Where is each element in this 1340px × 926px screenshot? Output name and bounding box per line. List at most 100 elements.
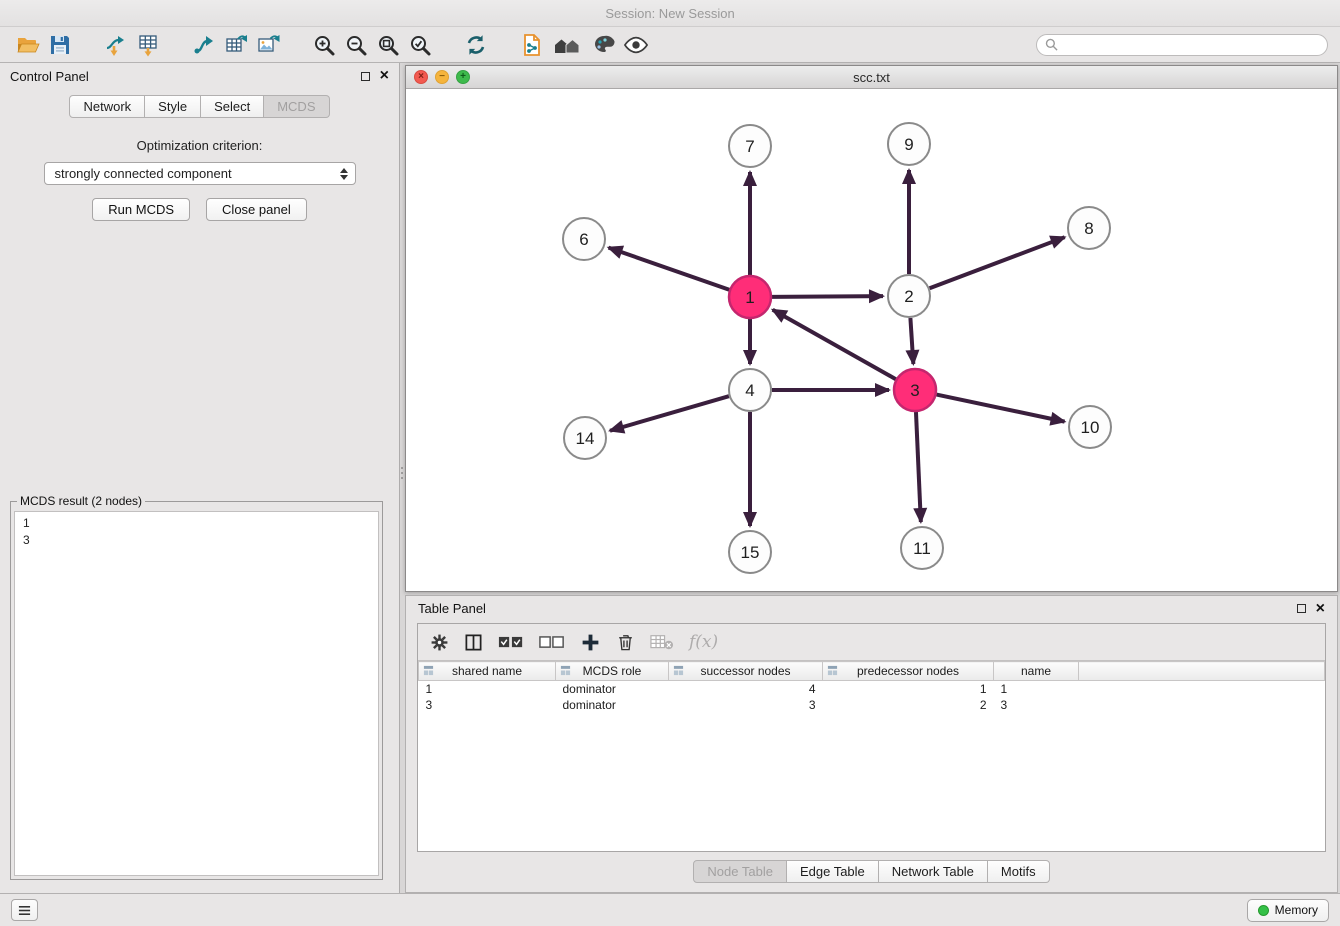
mcds-result-line: 3 — [23, 532, 370, 549]
svg-text:6: 6 — [579, 230, 588, 249]
svg-text:14: 14 — [576, 429, 595, 448]
graph-node-6[interactable]: 6 — [563, 218, 605, 260]
svg-text:10: 10 — [1081, 418, 1100, 437]
graph-edge-4-14[interactable] — [610, 396, 729, 431]
float-panel-icon[interactable] — [361, 72, 370, 81]
close-panel-icon[interactable]: × — [380, 71, 389, 81]
tab-style[interactable]: Style — [145, 95, 201, 118]
graph-node-3[interactable]: 3 — [894, 369, 936, 411]
graph-edge-3-10[interactable] — [937, 395, 1065, 422]
network-canvas[interactable]: 1 2 3 4 6 7 8 9 10 11 14 15 — [406, 89, 1337, 591]
table-panel-tabs: Node Table Edge Table Network Table Moti… — [406, 860, 1337, 883]
column-header-predecessor-nodes[interactable]: predecessor nodes — [823, 662, 994, 681]
window-zoom-icon[interactable]: + — [456, 70, 470, 84]
graph-node-9[interactable]: 9 — [888, 123, 930, 165]
close-table-panel-icon[interactable]: × — [1316, 604, 1325, 614]
graph-node-7[interactable]: 7 — [729, 125, 771, 167]
tab-motifs[interactable]: Motifs — [988, 860, 1050, 883]
memory-label: Memory — [1275, 903, 1318, 917]
graph-node-11[interactable]: 11 — [901, 527, 943, 569]
table-row[interactable]: 3 dominator 3 2 3 — [419, 697, 1325, 713]
style-icon[interactable] — [588, 30, 620, 60]
column-header-name[interactable]: name — [994, 662, 1079, 681]
graph-edge-2-8[interactable] — [930, 237, 1065, 288]
main-toolbar — [0, 27, 1340, 63]
table-panel-header: Table Panel × — [406, 596, 1337, 621]
eye-icon[interactable] — [620, 30, 652, 60]
table-toolbar: f(x) — [418, 624, 1325, 661]
memory-button[interactable]: Memory — [1247, 899, 1329, 922]
import-network-icon[interactable] — [100, 30, 132, 60]
graph-node-8[interactable]: 8 — [1068, 207, 1110, 249]
graph-node-14[interactable]: 14 — [564, 417, 606, 459]
tab-edge-table[interactable]: Edge Table — [787, 860, 879, 883]
column-type-icon — [423, 665, 434, 679]
graph-edge-3-1[interactable] — [773, 310, 896, 379]
table-header-row: shared name MCDS role successor nodes — [419, 662, 1325, 681]
window-close-icon[interactable]: × — [414, 70, 428, 84]
tab-network-table[interactable]: Network Table — [879, 860, 988, 883]
network-file-icon[interactable] — [516, 30, 548, 60]
new-network-icon[interactable] — [188, 30, 220, 60]
close-panel-button[interactable]: Close panel — [206, 198, 307, 221]
refresh-layout-icon[interactable] — [460, 30, 492, 60]
column-type-icon — [673, 665, 684, 679]
list-icon — [17, 904, 32, 917]
graph-node-4[interactable]: 4 — [729, 369, 771, 411]
column-type-icon — [560, 665, 571, 679]
network-window-titlebar[interactable]: × − + scc.txt — [406, 66, 1337, 89]
svg-text:15: 15 — [741, 543, 760, 562]
optimization-criterion-label: Optimization criterion: — [0, 138, 399, 153]
select-all-rows-icon[interactable] — [498, 636, 524, 649]
panel-splitter-handle[interactable] — [398, 458, 405, 488]
graph-edge-3-11[interactable] — [916, 412, 921, 522]
svg-text:4: 4 — [745, 381, 754, 400]
column-header-mcds-role[interactable]: MCDS role — [556, 662, 669, 681]
export-image-icon[interactable] — [252, 30, 284, 60]
show-columns-icon[interactable] — [464, 633, 483, 652]
deselect-all-rows-icon[interactable] — [539, 636, 565, 649]
save-session-icon[interactable] — [44, 30, 76, 60]
column-header-successor-nodes[interactable]: successor nodes — [669, 662, 823, 681]
graph-edge-2-3[interactable] — [910, 318, 913, 364]
function-builder-icon: f(x) — [689, 632, 718, 652]
tab-mcds[interactable]: MCDS — [264, 95, 329, 118]
gear-icon[interactable] — [430, 633, 449, 652]
search-input[interactable] — [1063, 38, 1319, 52]
tab-select[interactable]: Select — [201, 95, 264, 118]
tab-network[interactable]: Network — [69, 95, 145, 118]
zoom-selected-icon[interactable] — [404, 30, 436, 60]
mcds-result-box: MCDS result (2 nodes) 1 3 — [10, 494, 383, 880]
table-row[interactable]: 1 dominator 4 1 1 — [419, 681, 1325, 697]
delete-column-icon[interactable] — [616, 633, 635, 652]
graph-node-2[interactable]: 2 — [888, 275, 930, 317]
home-icon[interactable] — [548, 30, 588, 60]
mcds-result-line: 1 — [23, 515, 370, 532]
column-type-icon — [827, 665, 838, 679]
graph-node-15[interactable]: 15 — [729, 531, 771, 573]
tab-node-table[interactable]: Node Table — [693, 860, 787, 883]
zoom-fit-icon[interactable] — [372, 30, 404, 60]
open-session-icon[interactable] — [12, 30, 44, 60]
column-header-shared-name[interactable]: shared name — [419, 662, 556, 681]
task-history-button[interactable] — [11, 899, 38, 921]
search-box[interactable] — [1036, 34, 1328, 56]
import-table-icon[interactable] — [132, 30, 164, 60]
new-table-icon[interactable] — [220, 30, 252, 60]
run-mcds-button[interactable]: Run MCDS — [92, 198, 190, 221]
graph-node-10[interactable]: 10 — [1069, 406, 1111, 448]
memory-status-icon — [1258, 905, 1269, 916]
float-table-panel-icon[interactable] — [1297, 604, 1306, 613]
zoom-in-icon[interactable] — [308, 30, 340, 60]
window-minimize-icon[interactable]: − — [435, 70, 449, 84]
title-bar: Session: New Session — [0, 0, 1340, 27]
criterion-select[interactable]: strongly connected component — [44, 162, 356, 185]
graph-edge-1-2[interactable] — [772, 296, 883, 297]
graph-node-1[interactable]: 1 — [729, 276, 771, 318]
status-bar: Memory — [0, 893, 1340, 926]
zoom-out-icon[interactable] — [340, 30, 372, 60]
graph-edge-1-6[interactable] — [609, 248, 730, 290]
select-spinner-icon — [340, 168, 348, 180]
mcds-result-list[interactable]: 1 3 — [14, 511, 379, 876]
add-column-icon[interactable] — [580, 632, 601, 653]
